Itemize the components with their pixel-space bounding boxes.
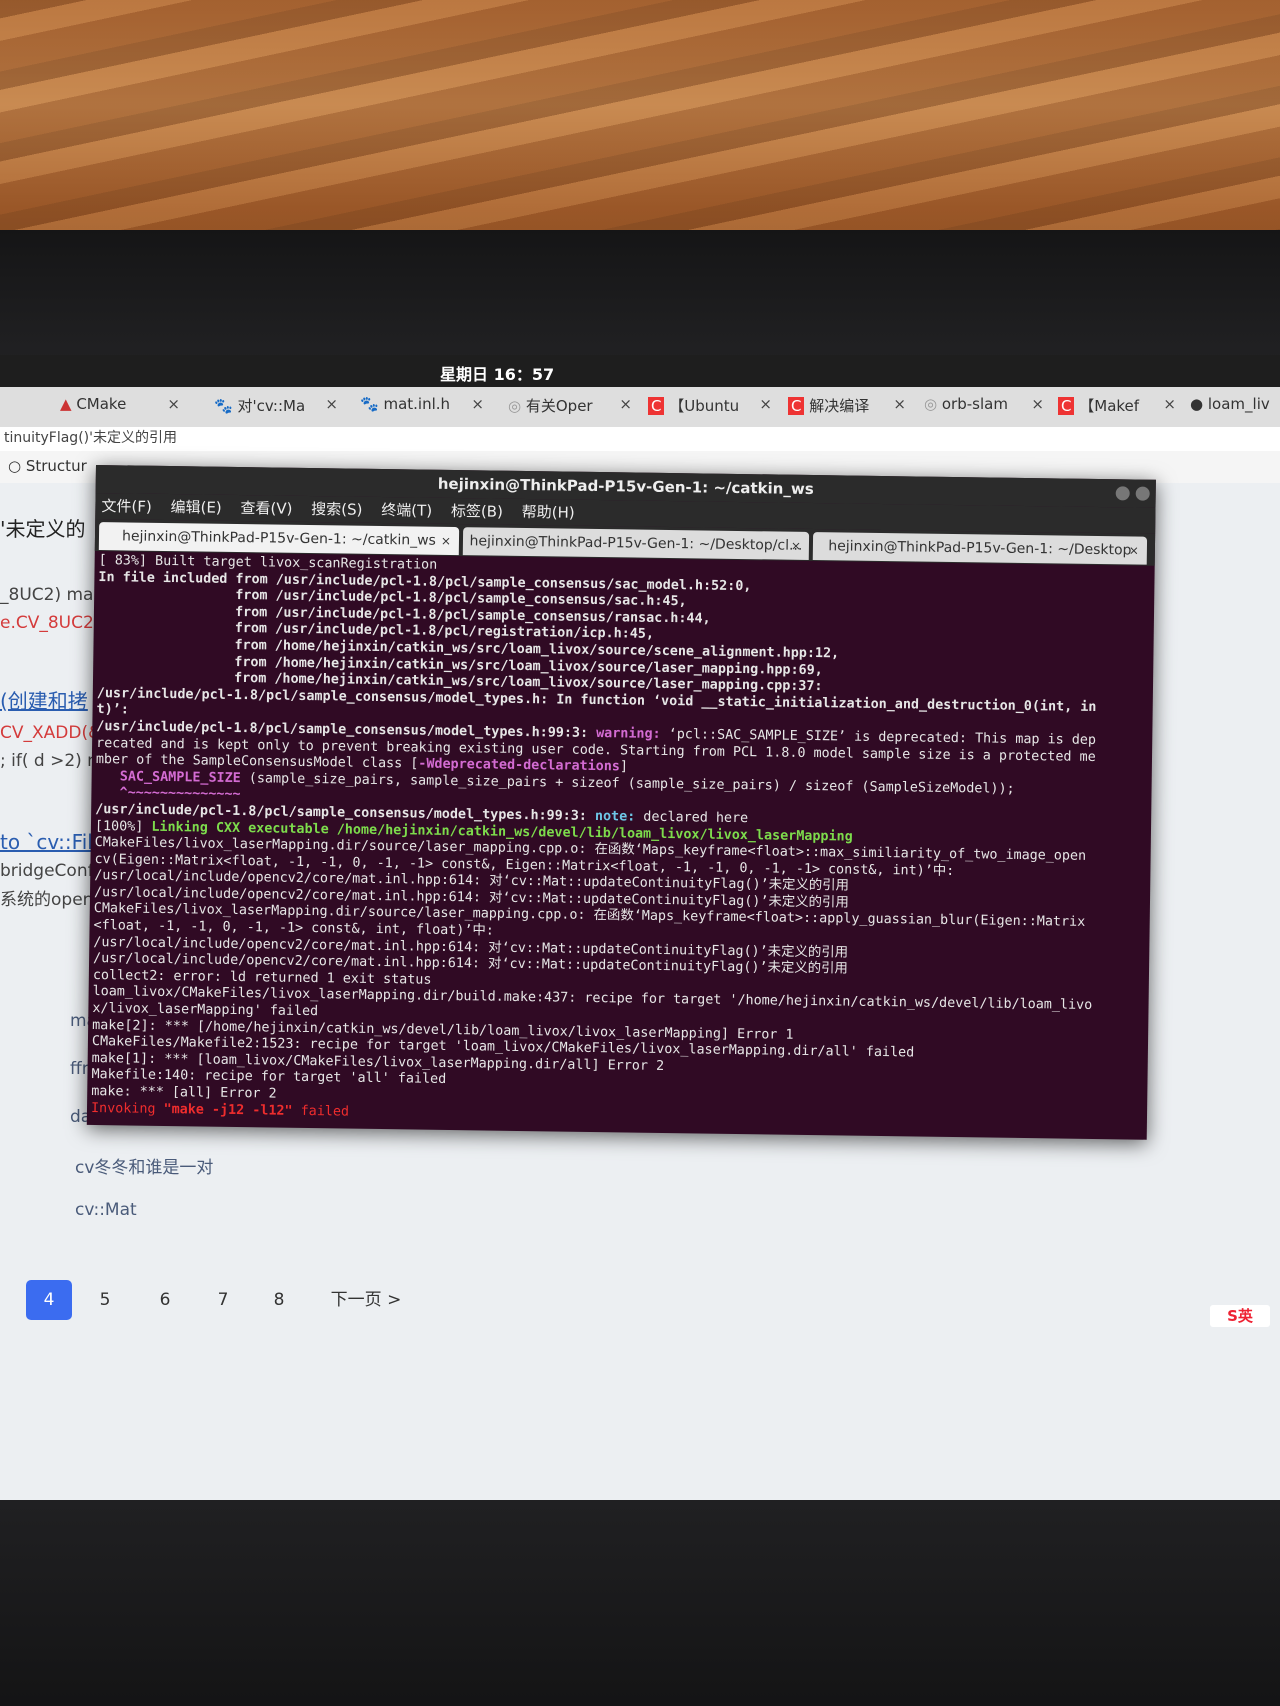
line-part: declared here: [643, 809, 749, 827]
clock[interactable]: 星期日 16：57: [440, 361, 554, 385]
github-icon: ●: [1190, 395, 1204, 413]
warning-label: warning:: [596, 725, 669, 742]
terminal-window: hejinxin@ThinkPad-P15v-Gen-1: ~/catkin_w…: [86, 465, 1156, 1140]
related-link[interactable]: cv::Mat: [75, 1200, 137, 1220]
menu-edit[interactable]: 编辑(E): [170, 498, 221, 517]
bookmark-label: Structur: [25, 457, 87, 475]
url-bar[interactable]: tinuityFlag()'未定义的引用: [0, 427, 1280, 451]
related-link[interactable]: cv冬冬和谁是一对: [75, 1153, 213, 1178]
menu-tabs[interactable]: 标签(B): [451, 502, 503, 521]
note-label: note:: [594, 808, 644, 825]
warning-flag: -Wdeprecated-declarations: [418, 756, 620, 775]
menu-help[interactable]: 帮助(H): [522, 503, 575, 522]
fragment-text: _8UC2) ma: [0, 585, 94, 605]
browser-tab[interactable]: ◎ orb-slam ×: [924, 395, 1044, 421]
close-icon[interactable]: ×: [325, 395, 338, 413]
ime-indicator[interactable]: S英: [1210, 1305, 1270, 1327]
terminal-output[interactable]: [ 83%] Built target livox_scanRegistrati…: [87, 551, 1155, 1130]
baidu-icon: 🐾: [214, 397, 233, 415]
tab-label: 解决编译: [809, 397, 870, 415]
page-button[interactable]: 8: [256, 1280, 302, 1320]
tab-label: loam_liv: [1207, 395, 1270, 413]
browser-tab[interactable]: 🐾 对'cv::Ma ×: [214, 395, 338, 421]
terminal-tab[interactable]: hejinxin@ThinkPad-P15v-Gen-1: ~/catkin_w…: [98, 522, 460, 556]
terminal-tab[interactable]: hejinxin@ThinkPad-P15v-Gen-1: ~/Desktop/…: [462, 527, 810, 560]
page-button-active[interactable]: 4: [26, 1280, 72, 1320]
browser-tab[interactable]: C 解决编译 ×: [788, 395, 906, 421]
close-icon[interactable]: ×: [1129, 536, 1139, 564]
tab-label: hejinxin@ThinkPad-P15v-Gen-1: ~/Desktop: [828, 538, 1132, 559]
terminal-tab[interactable]: hejinxin@ThinkPad-P15v-Gen-1: ~/Desktop ×: [812, 532, 1148, 565]
close-icon[interactable]: ×: [791, 532, 801, 560]
close-icon[interactable]: ×: [759, 395, 772, 413]
line-part: Invoking: [90, 1100, 164, 1117]
close-icon[interactable]: ×: [619, 395, 632, 413]
line-part: failed: [292, 1103, 350, 1120]
baidu-icon: 🐾: [360, 395, 379, 413]
menu-terminal[interactable]: 终端(T): [381, 501, 432, 520]
page-button[interactable]: 6: [142, 1280, 188, 1320]
tab-label: 【Ubuntu: [669, 397, 740, 415]
line-part: "make -j12 -l12": [163, 1101, 293, 1119]
browser-tab[interactable]: ◎ 有关Oper ×: [508, 395, 632, 421]
tab-label: hejinxin@ThinkPad-P15v-Gen-1: ~/catkin_w…: [121, 528, 437, 549]
bookmark-item[interactable]: ○ Structur: [8, 457, 87, 475]
prompt-path: ~/catkin_ws: [324, 1120, 414, 1130]
page-fragment: e.CV_8UC2): [0, 613, 101, 633]
cmake-icon: ▲: [60, 395, 72, 413]
close-icon[interactable]: [1135, 486, 1150, 501]
system-top-bar: 星期日 16：57: [0, 355, 1280, 387]
screen: 星期日 16：57 ▲ CMake × 🐾 对'cv::Ma × 🐾 mat.inl…: [0, 355, 1280, 1505]
line-part: ]: [619, 759, 629, 775]
close-icon[interactable]: ×: [441, 527, 451, 555]
page-link[interactable]: (创建和拷: [0, 685, 88, 714]
csdn-icon: C: [1058, 397, 1075, 415]
monitor-bezel: [0, 230, 1280, 370]
globe-icon: ◎: [924, 395, 938, 413]
tab-label: hejinxin@ThinkPad-P15v-Gen-1: ~/Desktop/…: [469, 533, 803, 554]
menu-view[interactable]: 查看(V): [240, 499, 292, 518]
menu-search[interactable]: 搜索(S): [311, 500, 362, 519]
tab-label: 对'cv::Ma: [237, 397, 306, 415]
line-part: [100%]: [94, 818, 152, 835]
csdn-icon: C: [788, 397, 805, 415]
prompt-user: hejinxin@ThinkPad-P15v-Gen-1: [90, 1117, 317, 1130]
close-icon[interactable]: ×: [471, 395, 484, 413]
globe-icon: ◎: [508, 397, 522, 415]
page-fragment: _8UC2) ma: [0, 585, 93, 605]
browser-tab[interactable]: 🐾 mat.inl.h ×: [360, 395, 484, 421]
page-heading: '未定义的: [0, 517, 86, 541]
minimize-icon[interactable]: [1115, 486, 1130, 501]
tab-label: orb-slam: [941, 395, 1008, 413]
url-text: tinuityFlag()'未定义的引用: [4, 430, 177, 446]
browser-tab[interactable]: C 【Makef ×: [1058, 395, 1176, 421]
browser-tab[interactable]: ▲ CMake ×: [60, 395, 180, 421]
menu-file[interactable]: 文件(F): [101, 497, 152, 516]
tab-label: 【Makef: [1079, 397, 1140, 415]
line-part: SAC_SAMPLE_SIZE: [95, 768, 241, 786]
tab-label: CMake: [76, 395, 127, 413]
text-cursor: [429, 1121, 438, 1130]
csdn-icon: C: [648, 397, 665, 415]
window-title: hejinxin@ThinkPad-P15v-Gen-1: ~/catkin_w…: [437, 474, 814, 499]
page-button[interactable]: 7: [200, 1280, 246, 1320]
next-page-button[interactable]: 下一页 >: [326, 1280, 406, 1320]
page-link[interactable]: to `cv::File: [0, 830, 105, 854]
close-icon[interactable]: ×: [1163, 395, 1176, 413]
close-icon[interactable]: ×: [893, 395, 906, 413]
tab-label: 有关Oper: [525, 397, 593, 415]
browser-tab-strip: ▲ CMake × 🐾 对'cv::Ma × 🐾 mat.inl.h × ◎ 有关Op…: [0, 387, 1280, 428]
browser-tab[interactable]: C 【Ubuntu ×: [648, 395, 772, 421]
close-icon[interactable]: ×: [1031, 395, 1044, 413]
laptop-bottom-bezel: [0, 1500, 1280, 1706]
prompt-sep: :: [316, 1120, 325, 1130]
prompt-end: $: [413, 1121, 430, 1130]
page-button[interactable]: 5: [82, 1280, 128, 1320]
close-icon[interactable]: ×: [167, 395, 180, 413]
browser-tab[interactable]: ● loam_liv: [1190, 395, 1280, 421]
tab-label: mat.inl.h: [383, 395, 451, 413]
